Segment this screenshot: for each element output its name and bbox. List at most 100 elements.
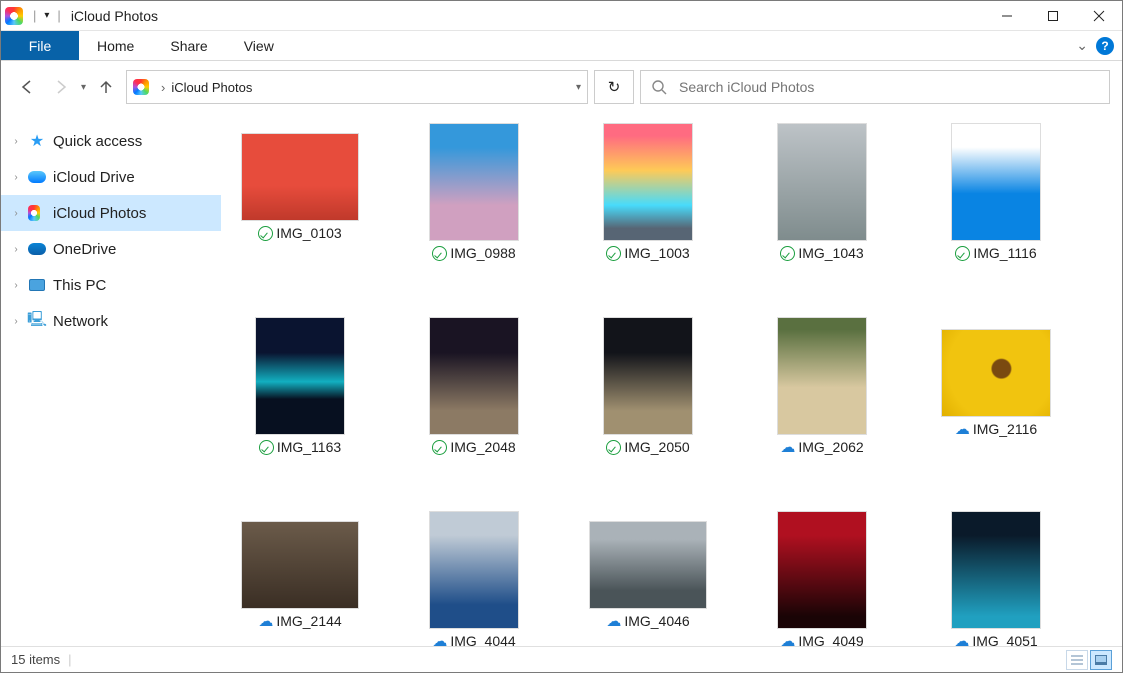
- file-label: IMG_0103: [258, 225, 341, 241]
- cloud-only-icon: ☁: [955, 422, 970, 437]
- breadcrumb-separator-icon: ›: [161, 80, 165, 95]
- close-button[interactable]: [1076, 1, 1122, 31]
- sidebar-item-onedrive[interactable]: ›OneDrive: [1, 231, 221, 267]
- thumbnail[interactable]: [241, 133, 359, 221]
- file-item[interactable]: IMG_0988: [415, 123, 533, 261]
- thumbnail[interactable]: [255, 317, 345, 435]
- file-label: IMG_1163: [259, 439, 341, 455]
- quick-access-dropdown-icon[interactable]: ▾: [44, 10, 49, 21]
- thumbnail[interactable]: [777, 511, 867, 629]
- breadcrumb[interactable]: iCloud Photos: [171, 80, 252, 95]
- file-item[interactable]: ☁IMG_4046: [589, 511, 707, 646]
- navigation-bar: ▾ › iCloud Photos ▾ ↻: [1, 61, 1122, 113]
- chevron-right-icon[interactable]: ›: [11, 136, 21, 147]
- maximize-button[interactable]: [1030, 1, 1076, 31]
- search-icon: [651, 79, 667, 95]
- file-label: IMG_2048: [432, 439, 515, 455]
- sidebar-item-label: iCloud Photos: [53, 205, 146, 222]
- sidebar-item-photos[interactable]: › iCloud Photos: [1, 195, 221, 231]
- file-item[interactable]: IMG_0103: [241, 123, 359, 261]
- details-view-button[interactable]: [1066, 650, 1088, 670]
- file-item[interactable]: ☁IMG_2062: [763, 317, 881, 455]
- file-name: IMG_4046: [624, 613, 689, 629]
- cloud-only-icon: ☁: [258, 614, 273, 629]
- sidebar-item-star[interactable]: ›★Quick access: [1, 123, 221, 159]
- file-name: IMG_2050: [624, 439, 689, 455]
- thumbnail[interactable]: [589, 521, 707, 609]
- thumbnail[interactable]: [777, 123, 867, 241]
- file-label: ☁IMG_2144: [258, 613, 341, 629]
- thumbnail[interactable]: [429, 123, 519, 241]
- sidebar-item-pc[interactable]: ›This PC: [1, 267, 221, 303]
- file-item[interactable]: IMG_2050: [589, 317, 707, 455]
- file-label: IMG_1003: [606, 245, 689, 261]
- cloud-only-icon: ☁: [954, 634, 969, 647]
- file-pane[interactable]: IMG_0103 IMG_0988 IMG_1003 IMG_1043 IMG_1116…: [221, 113, 1122, 646]
- file-tab[interactable]: File: [1, 31, 79, 60]
- refresh-icon: ↻: [608, 78, 621, 96]
- thumbnail[interactable]: [777, 317, 867, 435]
- chevron-right-icon[interactable]: ›: [11, 280, 21, 291]
- chevron-right-icon[interactable]: ›: [11, 316, 21, 327]
- list-icon: [1071, 655, 1083, 665]
- help-button[interactable]: ?: [1096, 37, 1114, 55]
- sidebar: ›★Quick access›iCloud Drive›iCloud Photo…: [1, 113, 221, 646]
- file-item[interactable]: IMG_1116: [937, 123, 1055, 261]
- address-bar[interactable]: › iCloud Photos ▾: [126, 70, 588, 104]
- ribbon-expand-icon[interactable]: ⌄: [1076, 37, 1088, 54]
- file-item[interactable]: IMG_1163: [241, 317, 359, 455]
- thumbnail[interactable]: [951, 511, 1041, 629]
- history-dropdown-icon[interactable]: ▾: [81, 82, 86, 93]
- sidebar-item-icloud[interactable]: ›iCloud Drive: [1, 159, 221, 195]
- cloud-only-icon: ☁: [432, 634, 447, 647]
- chevron-right-icon[interactable]: ›: [11, 208, 21, 219]
- pc-icon: [28, 276, 46, 294]
- forward-button[interactable]: [47, 73, 75, 101]
- thumbnail[interactable]: [941, 329, 1051, 417]
- refresh-button[interactable]: ↻: [594, 70, 634, 104]
- minimize-button[interactable]: [984, 1, 1030, 31]
- file-item[interactable]: IMG_1043: [763, 123, 881, 261]
- file-item[interactable]: IMG_2048: [415, 317, 533, 455]
- sidebar-item-network[interactable]: › 🖳 Network: [1, 303, 221, 339]
- file-label: ☁IMG_2116: [955, 421, 1037, 437]
- separator: |: [57, 8, 60, 23]
- synced-icon: [432, 246, 447, 261]
- file-item[interactable]: IMG_1003: [589, 123, 707, 261]
- up-button[interactable]: [92, 73, 120, 101]
- file-item[interactable]: ☁IMG_2116: [937, 317, 1055, 455]
- file-item[interactable]: ☁IMG_4044: [415, 511, 533, 646]
- cloud-only-icon: ☁: [780, 634, 795, 647]
- sidebar-item-label: Network: [53, 313, 108, 330]
- file-name: IMG_4049: [798, 633, 863, 646]
- file-item[interactable]: ☁IMG_4049: [763, 511, 881, 646]
- ribbon-tab-share[interactable]: Share: [152, 31, 225, 60]
- thumbnail[interactable]: [603, 317, 693, 435]
- ribbon-tab-view[interactable]: View: [226, 31, 292, 60]
- maximize-icon: [1047, 10, 1059, 22]
- thumbnail[interactable]: [429, 511, 519, 629]
- synced-icon: [606, 246, 621, 261]
- network-icon: 🖳: [28, 312, 46, 330]
- thumbnail[interactable]: [951, 123, 1041, 241]
- cloud-only-icon: ☁: [606, 614, 621, 629]
- synced-icon: [259, 440, 274, 455]
- thumbnails-view-button[interactable]: [1090, 650, 1112, 670]
- search-box[interactable]: [640, 70, 1110, 104]
- file-label: ☁IMG_2062: [780, 439, 863, 455]
- chevron-right-icon[interactable]: ›: [11, 172, 21, 183]
- thumbnail[interactable]: [241, 521, 359, 609]
- thumbnail[interactable]: [603, 123, 693, 241]
- synced-icon: [432, 440, 447, 455]
- file-item[interactable]: ☁IMG_2144: [241, 511, 359, 646]
- sidebar-item-label: Quick access: [53, 133, 142, 150]
- ribbon-tab-home[interactable]: Home: [79, 31, 152, 60]
- back-button[interactable]: [13, 73, 41, 101]
- chevron-right-icon[interactable]: ›: [11, 244, 21, 255]
- cloud-icon: [28, 168, 46, 186]
- file-item[interactable]: ☁IMG_4051: [937, 511, 1055, 646]
- search-input[interactable]: [677, 78, 1099, 96]
- synced-icon: [258, 226, 273, 241]
- address-dropdown-icon[interactable]: ▾: [576, 82, 581, 93]
- thumbnail[interactable]: [429, 317, 519, 435]
